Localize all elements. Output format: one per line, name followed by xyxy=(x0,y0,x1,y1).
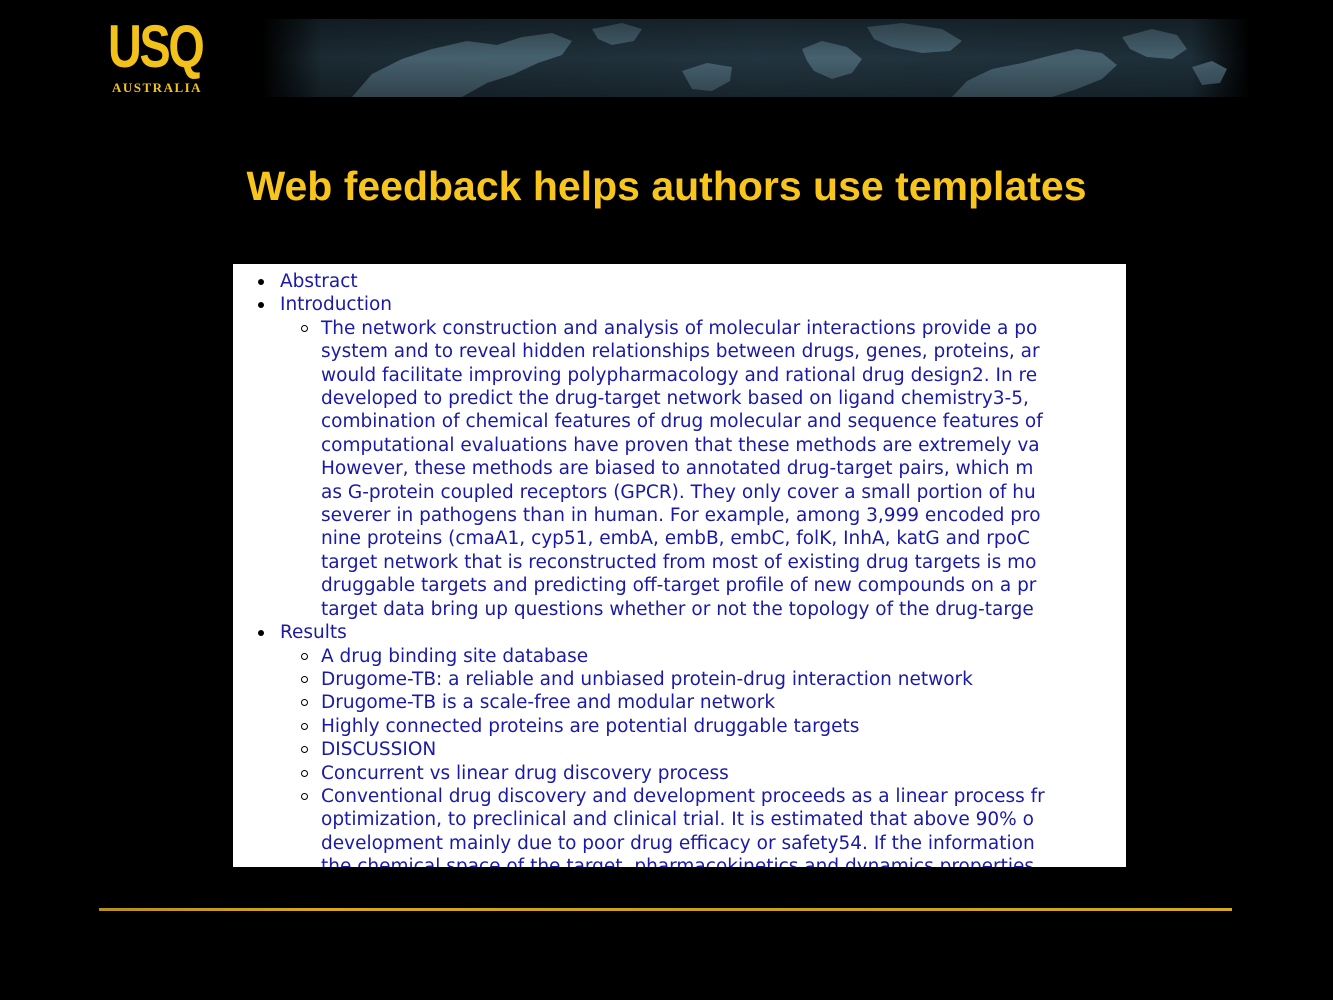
paragraph-line: system and to reveal hidden relationship… xyxy=(321,341,1040,363)
toc-item-introduction[interactable]: Introduction xyxy=(255,293,1126,316)
circle-bullet-icon xyxy=(301,652,308,660)
toc-subitem-scale-free-network[interactable]: Drugome-TB is a scale-free and modular n… xyxy=(301,691,1126,714)
footer-rule xyxy=(99,908,1232,911)
toc-subitem-label: Drugome-TB is a scale-free and modular n… xyxy=(321,692,776,714)
paragraph-line: However, these methods are biased to ann… xyxy=(321,458,1034,480)
toc-subitem-highly-connected-proteins[interactable]: Highly connected proteins are potential … xyxy=(301,715,1126,738)
document-screenshot: Abstract Introduction The network constr… xyxy=(233,264,1126,867)
usq-australia-logo: USQ AUSTRALIA xyxy=(108,16,228,102)
toc-subitem-drugome-tb-network[interactable]: Drugome-TB: a reliable and unbiased prot… xyxy=(301,668,1126,691)
paragraph-line: severer in pathogens than in human. For … xyxy=(321,505,1041,527)
toc-item-label: Results xyxy=(280,622,347,644)
logo-country: AUSTRALIA xyxy=(112,80,203,95)
circle-bullet-icon xyxy=(301,722,308,730)
paragraph-line: Conventional drug discovery and developm… xyxy=(321,785,1045,807)
paragraph-line: development mainly due to poor drug effi… xyxy=(321,832,1035,854)
paragraph-line: as G-protein coupled receptors (GPCR). T… xyxy=(321,481,1036,503)
toc-subitem-label: Highly connected proteins are potential … xyxy=(321,715,860,737)
paragraph-line: computational evaluations have proven th… xyxy=(321,434,1040,456)
toc-item-label: Abstract xyxy=(280,271,358,292)
paragraph-line: nine proteins (cmaA1, cyp51, embA, embB,… xyxy=(321,528,1030,550)
paragraph-line: combination of chemical features of drug… xyxy=(321,411,1043,433)
toc-subitem-concurrent-vs-linear[interactable]: Concurrent vs linear drug discovery proc… xyxy=(301,762,1126,785)
world-map-graphic xyxy=(262,19,1250,97)
toc-item-results[interactable]: Results xyxy=(255,621,1126,644)
paragraph-line: target network that is reconstructed fro… xyxy=(321,551,1037,573)
circle-bullet-icon xyxy=(301,675,308,683)
circle-bullet-icon xyxy=(301,792,308,800)
paragraph-line-cut-off: the chemical space of the target, pharma… xyxy=(321,856,1034,867)
circle-bullet-icon xyxy=(301,324,308,332)
toc-sublist-results: A drug binding site database Drugome-TB:… xyxy=(255,645,1126,867)
paragraph-line: optimization, to preclinical and clinica… xyxy=(321,809,1034,831)
table-of-contents: Abstract Introduction The network constr… xyxy=(255,270,1126,867)
toc-sublist-introduction: The network construction and analysis of… xyxy=(255,317,1126,621)
toc-subitem-conventional-drug-discovery[interactable]: Conventional drug discovery and developm… xyxy=(301,785,1126,867)
paragraph-line: would facilitate improving polypharmacol… xyxy=(321,364,1038,386)
slide-title: Web feedback helps authors use templates xyxy=(246,163,1087,209)
toc-item-abstract[interactable]: Abstract xyxy=(255,270,1126,293)
toc-subitem-label: DISCUSSION xyxy=(321,739,437,761)
toc-item-label: Introduction xyxy=(280,294,393,316)
paragraph-line: developed to predict the drug-target net… xyxy=(321,388,1029,410)
circle-bullet-icon xyxy=(301,746,308,754)
circle-bullet-icon xyxy=(301,699,308,707)
toc-subitem-label: Drugome-TB: a reliable and unbiased prot… xyxy=(321,668,973,690)
circle-bullet-icon xyxy=(301,769,308,777)
paragraph-line: The network construction and analysis of… xyxy=(321,317,1038,339)
logo-wordmark: USQ xyxy=(108,13,205,80)
paragraph-line: druggable targets and predicting off-tar… xyxy=(321,575,1037,597)
paragraph-line: target data bring up questions whether o… xyxy=(321,598,1034,620)
toc-subitem-discussion[interactable]: DISCUSSION xyxy=(301,738,1126,761)
toc-subitem-label: A drug binding site database xyxy=(321,645,589,667)
toc-subitem-drug-binding-site-database[interactable]: A drug binding site database xyxy=(301,645,1126,668)
toc-subitem-label: Concurrent vs linear drug discovery proc… xyxy=(321,762,729,784)
world-map-banner xyxy=(262,19,1250,97)
toc-subitem-paragraph[interactable]: The network construction and analysis of… xyxy=(301,317,1126,621)
